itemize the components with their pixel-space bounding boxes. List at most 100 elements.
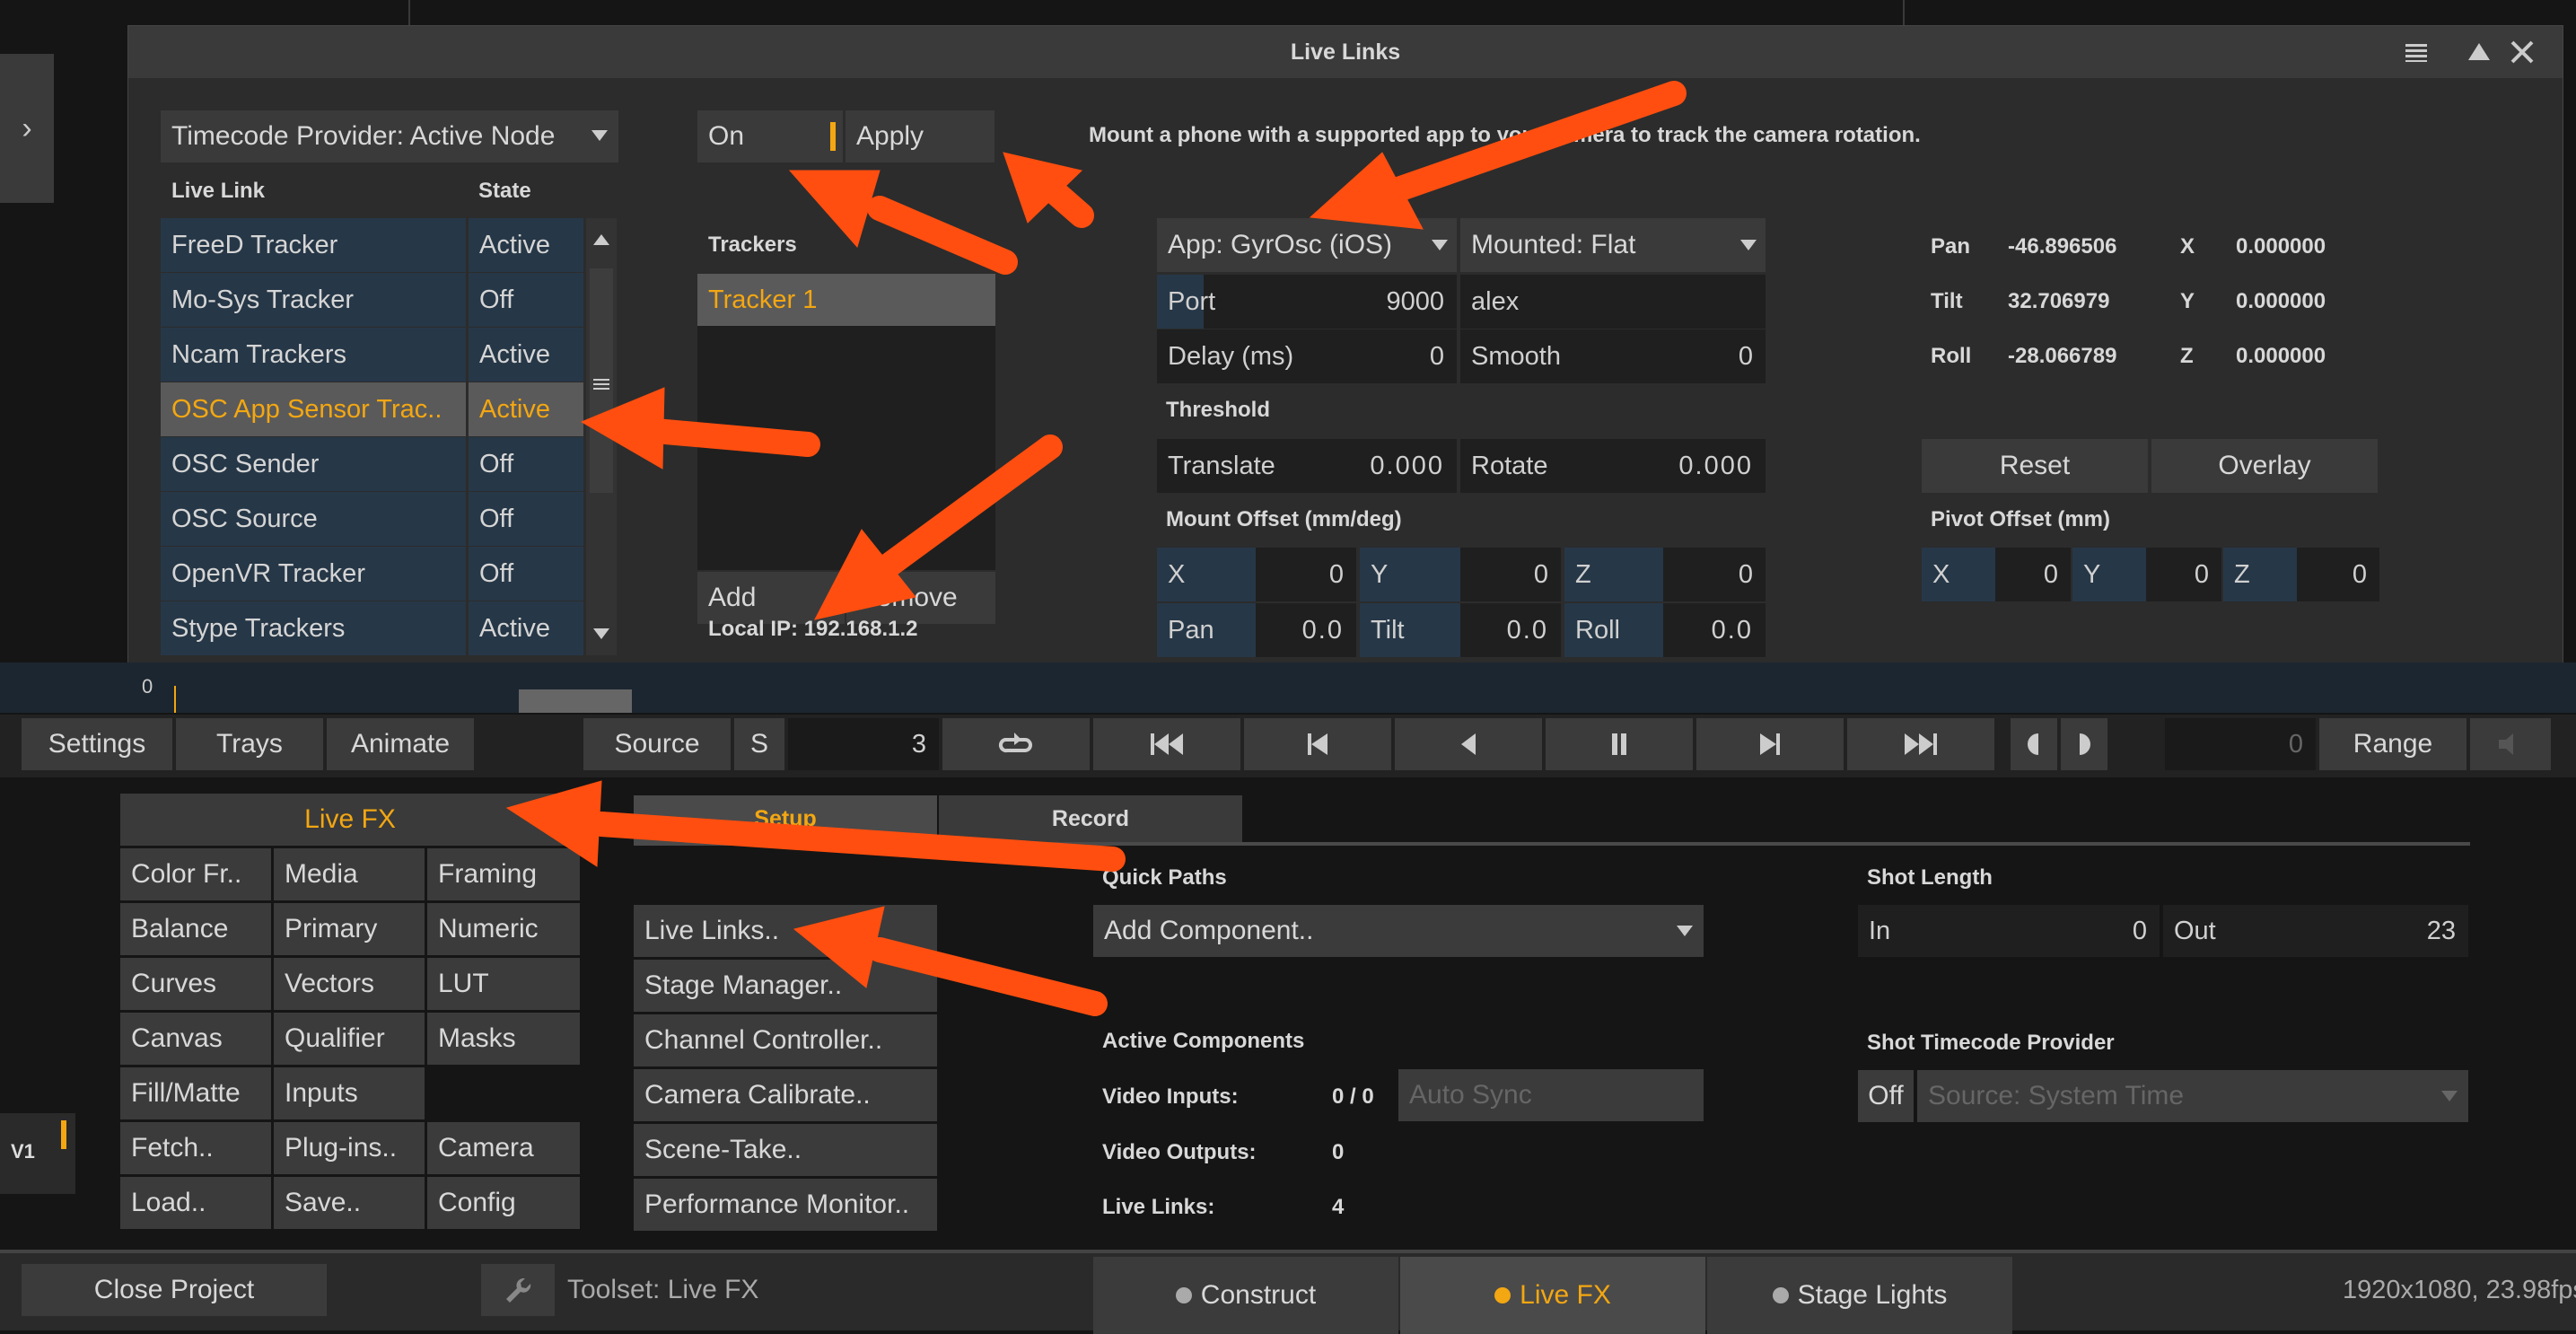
mount-x-value[interactable]: 0 xyxy=(1256,548,1356,601)
menu-fetch[interactable]: Fetch.. xyxy=(120,1122,271,1174)
layer-v1[interactable]: V1 xyxy=(0,1113,75,1194)
source-button[interactable]: Source xyxy=(583,718,731,770)
host-field[interactable]: alex xyxy=(1460,275,1766,329)
table-row-name[interactable]: OSC Sender xyxy=(161,437,466,491)
shot-in-field[interactable]: In 0 xyxy=(1858,905,2160,957)
next-key-button[interactable] xyxy=(1696,718,1844,770)
close-project-button[interactable]: Close Project xyxy=(22,1264,327,1316)
scroll-up-icon[interactable] xyxy=(592,233,610,247)
table-row-name[interactable]: Ncam Trackers xyxy=(161,328,466,382)
menu-vectors[interactable]: Vectors xyxy=(274,958,425,1010)
delay-field[interactable]: Delay (ms) 0 xyxy=(1157,329,1457,383)
table-row-state[interactable]: Off xyxy=(469,492,583,546)
loop-button[interactable] xyxy=(942,718,1090,770)
add-component-dropdown[interactable]: Add Component.. xyxy=(1093,905,1704,957)
table-row-state[interactable]: Active xyxy=(469,328,583,382)
scroll-down-icon[interactable] xyxy=(592,627,610,641)
table-row-state[interactable]: Off xyxy=(469,437,583,491)
shot-out-field[interactable]: Out 23 xyxy=(2163,905,2468,957)
setup-live-links[interactable]: Live Links.. xyxy=(634,905,937,957)
table-scrollbar[interactable] xyxy=(586,218,617,655)
menu-plug-ins[interactable]: Plug-ins.. xyxy=(274,1122,425,1174)
mount-tilt-value[interactable]: 0.0 xyxy=(1460,603,1561,657)
table-row-name[interactable]: FreeD Tracker xyxy=(161,218,466,272)
mount-roll-value[interactable]: 0.0 xyxy=(1663,603,1766,657)
menu-media[interactable]: Media xyxy=(274,848,425,900)
auto-sync-button[interactable]: Auto Sync xyxy=(1398,1069,1704,1121)
menu-numeric[interactable]: Numeric xyxy=(427,903,580,955)
tab-setup[interactable]: Setup xyxy=(634,795,937,842)
menu-primary[interactable]: Primary xyxy=(274,903,425,955)
reset-button[interactable]: Reset xyxy=(1922,439,2148,493)
menu-icon[interactable] xyxy=(2404,40,2429,64)
setup-camera-calibrate[interactable]: Camera Calibrate.. xyxy=(634,1069,937,1121)
menu-canvas[interactable]: Canvas xyxy=(120,1013,271,1065)
setup-performance-monitor[interactable]: Performance Monitor.. xyxy=(634,1179,937,1231)
apply-button[interactable]: Apply xyxy=(846,110,994,162)
shot-timecode-source-dropdown[interactable]: Source: System Time xyxy=(1917,1070,2468,1122)
go-to-start-button[interactable] xyxy=(1093,718,1240,770)
pivot-y-value[interactable]: 0 xyxy=(2146,548,2221,601)
tab-construct[interactable]: Construct xyxy=(1093,1257,1398,1334)
table-row-name[interactable]: Mo-Sys Tracker xyxy=(161,273,466,327)
setup-channel-controller[interactable]: Channel Controller.. xyxy=(634,1014,937,1066)
step-back-button[interactable] xyxy=(1395,718,1542,770)
table-row-name[interactable]: OSC Source xyxy=(161,492,466,546)
table-row-name-selected[interactable]: OSC App Sensor Trac.. xyxy=(161,382,466,436)
live-fx-menu-title[interactable]: Live FX xyxy=(120,794,580,846)
pivot-x-value[interactable]: 0 xyxy=(1995,548,2071,601)
window-title-bar[interactable]: Live Links xyxy=(128,26,2563,78)
frame-field[interactable]: 3 xyxy=(788,718,939,770)
menu-qualifier[interactable]: Qualifier xyxy=(274,1013,425,1065)
menu-lut[interactable]: LUT xyxy=(427,958,580,1010)
timeline-range-marker[interactable] xyxy=(519,689,632,713)
shot-timecode-off-toggle[interactable]: Off xyxy=(1858,1070,1914,1122)
table-row-state[interactable]: Active xyxy=(469,601,583,655)
s-button[interactable]: S xyxy=(734,718,784,770)
timecode-provider-dropdown[interactable]: Timecode Provider: Active Node xyxy=(161,110,618,162)
go-to-end-button[interactable] xyxy=(1847,718,1994,770)
menu-load[interactable]: Load.. xyxy=(120,1177,271,1229)
collapse-icon[interactable] xyxy=(2466,40,2492,64)
audio-button[interactable] xyxy=(2470,718,2551,770)
menu-config[interactable]: Config xyxy=(427,1177,580,1229)
end-frame-field[interactable]: 0 xyxy=(2165,718,2316,770)
mark-out-button[interactable] xyxy=(2061,718,2107,770)
table-row-state[interactable]: Active xyxy=(469,218,583,272)
animate-button[interactable]: Animate xyxy=(327,718,474,770)
rotate-field[interactable]: Rotate 0.000 xyxy=(1460,439,1766,493)
table-row-state[interactable]: Off xyxy=(469,547,583,601)
menu-save[interactable]: Save.. xyxy=(274,1177,425,1229)
menu-balance[interactable]: Balance xyxy=(120,903,271,955)
mount-pan-value[interactable]: 0.0 xyxy=(1256,603,1356,657)
side-expand-button[interactable]: › xyxy=(0,54,54,203)
timeline-playhead[interactable] xyxy=(174,686,176,713)
smooth-field[interactable]: Smooth 0 xyxy=(1460,329,1766,383)
table-row-name[interactable]: Stype Trackers xyxy=(161,601,466,655)
on-toggle[interactable]: On xyxy=(697,110,843,162)
tab-live-fx[interactable]: Live FX xyxy=(1400,1257,1705,1334)
mount-z-value[interactable]: 0 xyxy=(1663,548,1766,601)
close-icon[interactable] xyxy=(2507,37,2537,67)
mount-y-value[interactable]: 0 xyxy=(1460,548,1561,601)
menu-masks[interactable]: Masks xyxy=(427,1013,580,1065)
setup-stage-manager[interactable]: Stage Manager.. xyxy=(634,960,937,1012)
app-dropdown[interactable]: App: GyrOsc (iOS) xyxy=(1157,218,1457,272)
timeline-strip[interactable]: 0 xyxy=(0,663,2576,713)
menu-curves[interactable]: Curves xyxy=(120,958,271,1010)
menu-inputs[interactable]: Inputs xyxy=(274,1067,425,1119)
previous-key-button[interactable] xyxy=(1244,718,1391,770)
range-button[interactable]: Range xyxy=(2319,718,2466,770)
setup-scene-take[interactable]: Scene-Take.. xyxy=(634,1124,937,1176)
table-row-state[interactable]: Off xyxy=(469,273,583,327)
menu-camera[interactable]: Camera xyxy=(427,1122,580,1174)
mounted-dropdown[interactable]: Mounted: Flat xyxy=(1460,218,1766,272)
tab-record[interactable]: Record xyxy=(939,795,1242,842)
translate-field[interactable]: Translate 0.000 xyxy=(1157,439,1457,493)
menu-fill-matte[interactable]: Fill/Matte xyxy=(120,1067,271,1119)
mark-in-button[interactable] xyxy=(2011,718,2057,770)
table-row-state-selected[interactable]: Active xyxy=(469,382,583,436)
toolset-wrench-button[interactable] xyxy=(481,1264,555,1316)
table-row-name[interactable]: OpenVR Tracker xyxy=(161,547,466,601)
menu-framing[interactable]: Framing xyxy=(427,848,580,900)
